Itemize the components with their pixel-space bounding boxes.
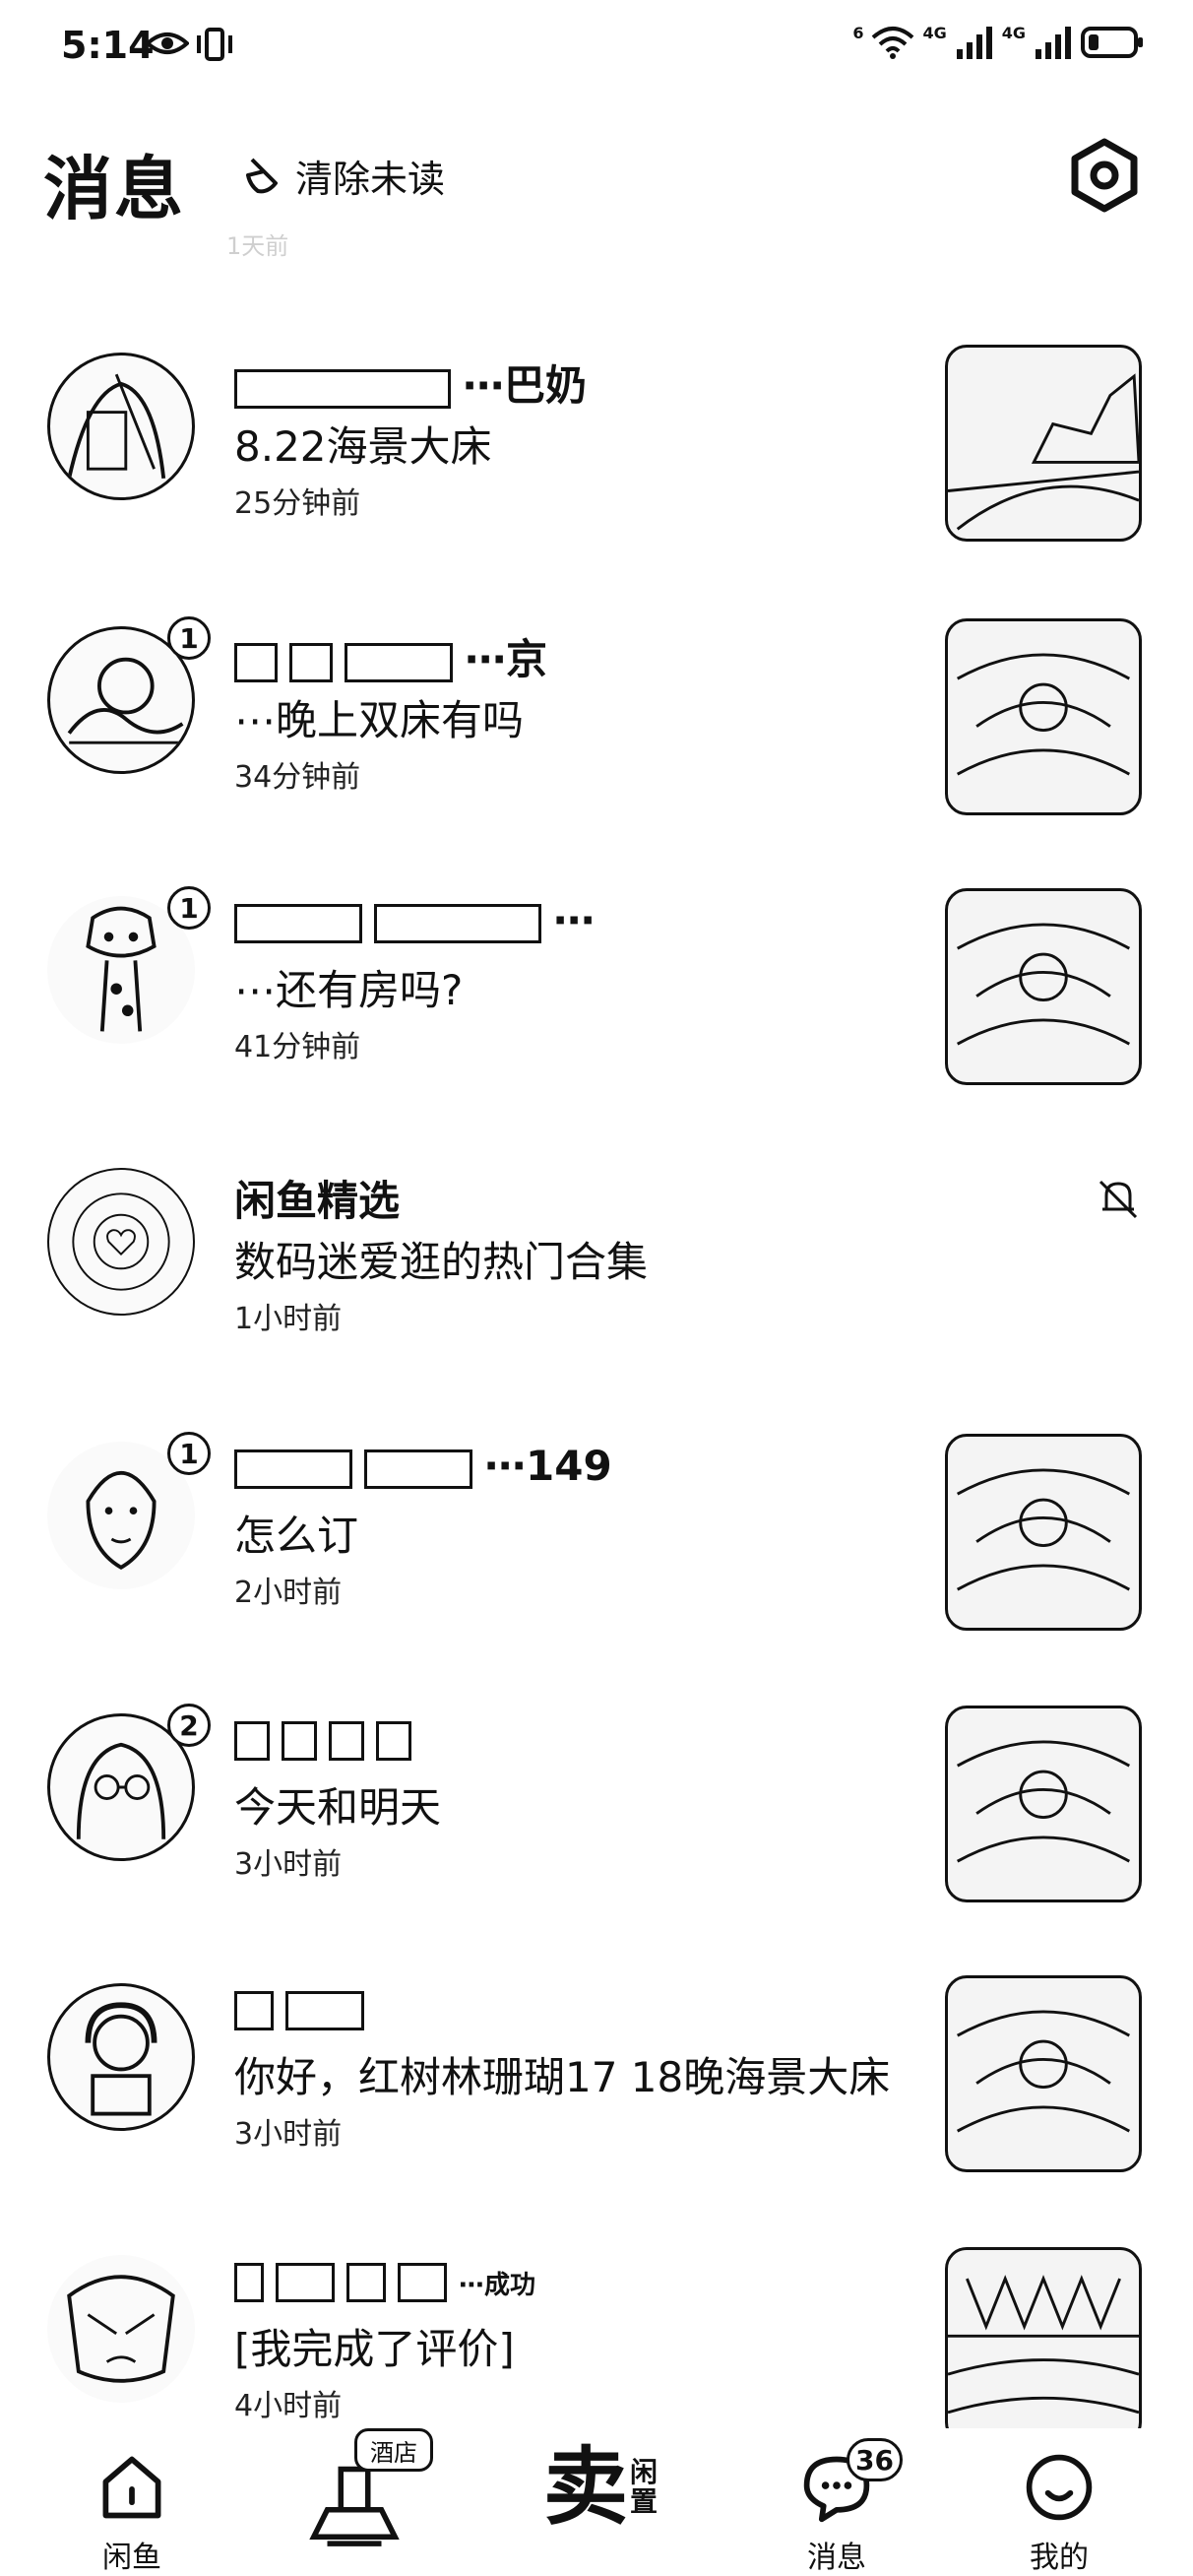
redacted-block	[234, 903, 362, 943]
unread-badge: 1	[167, 1432, 211, 1475]
nav-home-label: 闲鱼	[102, 2541, 161, 2575]
status-right: 6 4G 4G	[852, 26, 1144, 59]
redacted-block	[345, 642, 453, 682]
sell-button[interactable]: 卖	[543, 2438, 628, 2537]
vibrate-icon	[197, 28, 232, 61]
avatar	[47, 353, 195, 500]
unread-badge: 1	[167, 886, 211, 930]
redacted-block	[282, 1720, 317, 1761]
status-time: 5:14	[61, 24, 155, 67]
listing-thumbnail	[945, 1975, 1142, 2172]
redacted-block	[285, 1990, 364, 2030]
avatar	[47, 2255, 195, 2403]
eye-icon	[146, 32, 189, 54]
redacted-block	[234, 2262, 264, 2302]
home-icon	[102, 2456, 161, 2519]
redacted-block	[234, 1990, 274, 2030]
battery-icon	[1081, 27, 1143, 58]
listing-thumbnail	[945, 618, 1142, 815]
profile-smile-icon	[1026, 2454, 1093, 2521]
conversation-item[interactable]: 1 ⋯ ⋯还有房吗? 41分钟前	[0, 886, 1193, 1162]
conversation-item[interactable]: 1 ⋯149 怎么订 2小时前	[0, 1432, 1193, 1707]
conversation-time: 34分钟前	[234, 760, 361, 795]
conversation-time: 3小时前	[234, 2117, 343, 2152]
previous-item-time: 1天前	[226, 232, 289, 260]
redacted-block	[329, 1720, 364, 1761]
redacted-block	[364, 1449, 472, 1489]
redacted-block	[398, 2262, 447, 2302]
redacted-block	[234, 368, 451, 409]
conversation-time: 25分钟前	[234, 486, 361, 521]
listing-thumbnail	[945, 1434, 1142, 1631]
conversation-name: ⋯	[234, 896, 595, 944]
conversation-name: ⋯成功	[234, 2255, 535, 2303]
avatar	[47, 1983, 195, 2131]
sell-subtitle: 闲置	[630, 2456, 659, 2518]
conversation-message: [我完成了评价]	[234, 2325, 515, 2373]
listing-thumbnail	[945, 2247, 1142, 2444]
clear-unread-button[interactable]: 清除未读	[242, 148, 445, 203]
wifi-icon	[872, 27, 914, 59]
unread-badge: 1	[167, 616, 211, 660]
hotel-tag: 酒店	[354, 2428, 433, 2472]
mute-bell-icon	[1099, 1180, 1138, 1219]
nav-messages-label: 消息	[807, 2541, 866, 2575]
conversation-message: ⋯还有房吗?	[234, 966, 464, 1014]
conversation-name: 闲鱼精选	[234, 1177, 401, 1225]
broom-icon	[246, 158, 278, 194]
listing-thumbnail	[945, 888, 1142, 1085]
avatar	[47, 1168, 195, 1316]
conversation-time: 41分钟前	[234, 1030, 361, 1064]
redacted-block	[234, 1720, 270, 1761]
page-title: 消息	[43, 149, 185, 229]
conversation-item[interactable]: 1 ⋯京 ⋯晚上双床有吗 34分钟前	[0, 616, 1193, 892]
header: 消息 清除未读	[0, 118, 1193, 229]
redacted-block	[346, 2262, 386, 2302]
conversation-name	[234, 1713, 423, 1762]
conversation-name: ⋯149	[234, 1442, 612, 1490]
conversation-time: 3小时前	[234, 1847, 343, 1882]
messages-count-badge: 36	[847, 2438, 903, 2481]
conversation-item[interactable]: 闲鱼精选 数码迷爱逛的热门合集 1小时前	[0, 1168, 1193, 1434]
unread-badge: 2	[167, 1704, 211, 1747]
conversation-name	[234, 1983, 376, 2031]
conversation-name: ⋯京	[234, 626, 547, 686]
nav-home[interactable]: 闲鱼	[43, 2428, 220, 2576]
network-type-label: 6	[852, 24, 864, 42]
conversation-item[interactable]: ⋯巴奶 8.22海景大床 25分钟前	[0, 345, 1193, 618]
conversation-item[interactable]: 2 今天和明天 3小时前	[0, 1704, 1193, 1979]
signal-icon	[956, 27, 992, 59]
redacted-block	[374, 903, 541, 943]
conversation-message: 数码迷爱逛的热门合集	[234, 1238, 649, 1286]
clear-unread-label: 清除未读	[295, 157, 446, 201]
redacted-block	[276, 2262, 335, 2302]
conversation-time: 1小时前	[234, 1302, 343, 1336]
conversation-message: ⋯晚上双床有吗	[234, 696, 525, 744]
listing-thumbnail	[945, 1706, 1142, 1902]
conversation-time: 2小时前	[234, 1576, 343, 1610]
network-4g-label-2: 4G	[1001, 24, 1026, 42]
nav-me[interactable]: 我的	[971, 2428, 1148, 2576]
redacted-block	[234, 1449, 352, 1489]
signal-icon-2	[1036, 27, 1071, 59]
network-4g-label-1: 4G	[922, 24, 947, 42]
bottom-navigation: 闲鱼 酒店 卖 闲置 消息 36 我的	[0, 2428, 1193, 2576]
conversation-item[interactable]: 你好，红树林珊瑚17 18晚海景大床 3小时前	[0, 1975, 1193, 2249]
conversation-name: ⋯巴奶	[234, 353, 587, 413]
conversation-time: 4小时前	[234, 2389, 343, 2423]
redacted-block	[289, 642, 333, 682]
status-bar: 5:14 6 4G 4G	[0, 0, 1193, 98]
redacted-block	[376, 1720, 411, 1761]
conversation-message: 你好，红树林珊瑚17 18晚海景大床	[234, 2053, 891, 2101]
conversation-message: 8.22海景大床	[234, 422, 492, 471]
listing-thumbnail	[945, 345, 1142, 542]
nav-messages[interactable]: 消息 36	[748, 2428, 925, 2576]
nav-me-label: 我的	[1030, 2541, 1089, 2575]
conversation-message: 怎么订	[234, 1512, 359, 1560]
redacted-block	[234, 642, 278, 682]
conversation-message: 今天和明天	[234, 1783, 442, 1832]
settings-icon[interactable]	[1065, 136, 1144, 215]
